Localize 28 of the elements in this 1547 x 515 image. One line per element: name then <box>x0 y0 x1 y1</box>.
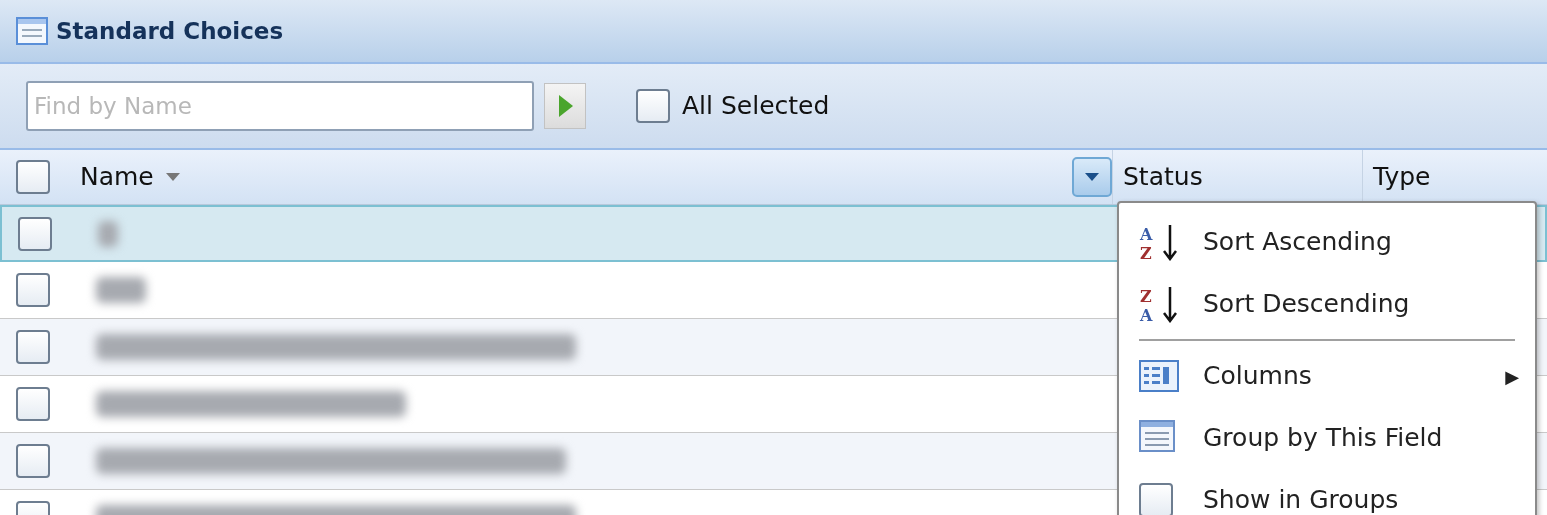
menu-item-label[interactable]: Group by This Field <box>1203 419 1535 457</box>
submenu-arrow-icon: ▶ <box>1505 362 1519 390</box>
all-selected-checkbox[interactable] <box>636 89 670 123</box>
play-icon <box>556 93 574 119</box>
go-button[interactable] <box>544 83 586 129</box>
column-header[interactable]: Status <box>1123 158 1203 196</box>
checkbox-label: All Selected <box>682 90 830 123</box>
menu-item-label[interactable]: Sort Descending <box>1203 285 1535 323</box>
row-checkbox[interactable] <box>16 387 50 421</box>
redacted-text <box>96 277 146 303</box>
table-icon <box>16 17 48 45</box>
window-title: Standard Choices <box>56 16 284 46</box>
column-menu-button[interactable] <box>1072 157 1112 197</box>
row-checkbox[interactable] <box>16 444 50 478</box>
search-field[interactable]: Find by Name <box>26 81 534 131</box>
redacted-text <box>98 220 118 247</box>
checkbox-icon[interactable] <box>1139 483 1173 515</box>
row-checkbox[interactable] <box>16 273 50 307</box>
row-checkbox[interactable] <box>18 216 52 251</box>
select-all-checkbox[interactable] <box>16 160 50 194</box>
column-header[interactable]: Name <box>80 158 154 196</box>
column-header[interactable]: Type <box>1373 158 1431 196</box>
columns-icon <box>1139 357 1179 395</box>
menu-item-label[interactable]: Show in Groups <box>1203 481 1535 515</box>
caret-icon <box>1085 173 1099 181</box>
row-checkbox[interactable] <box>16 330 50 364</box>
menu-item-label[interactable]: Columns <box>1203 357 1506 395</box>
menu-item-label[interactable]: Sort Ascending <box>1203 223 1535 261</box>
